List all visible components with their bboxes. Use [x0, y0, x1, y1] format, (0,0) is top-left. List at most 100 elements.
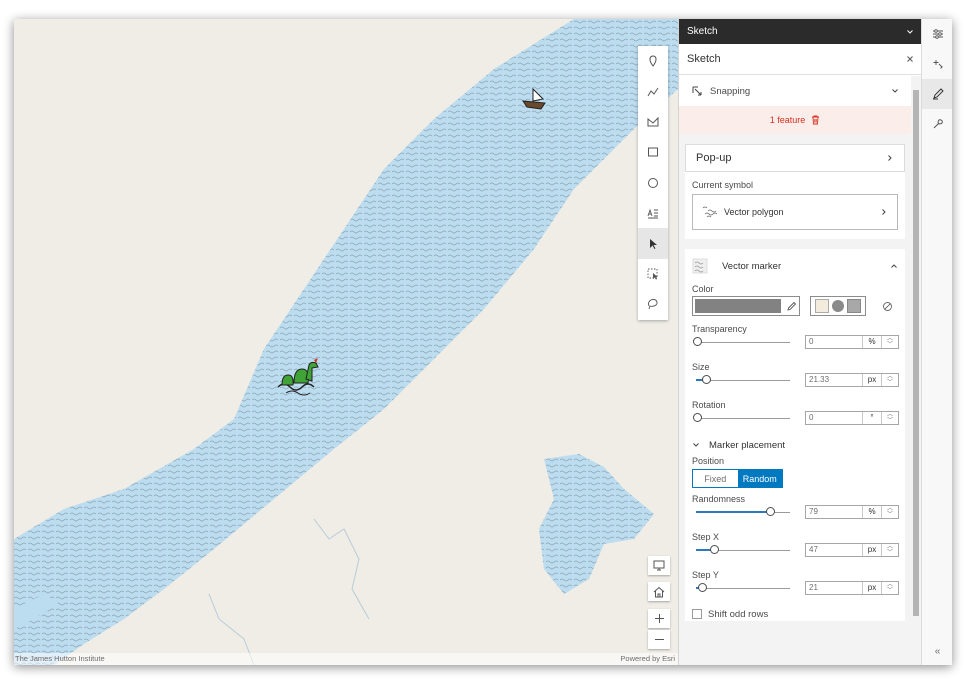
select-icon[interactable] [638, 228, 668, 259]
close-icon[interactable] [906, 55, 914, 63]
home-icon[interactable] [648, 582, 670, 601]
settings-icon[interactable] [922, 19, 952, 49]
transparency-value: 0 [809, 337, 814, 346]
vector-marker-icon [692, 258, 708, 274]
powered-by-text[interactable]: Powered by Esri [620, 654, 675, 663]
spinner[interactable]: ︿ ﹀ [881, 412, 898, 424]
step-y-unit: px [862, 582, 881, 594]
popup-button[interactable]: Pop-up [685, 144, 905, 172]
chevron-down-icon[interactable]: ﹀ [887, 342, 893, 348]
spinner[interactable]: ︿ ﹀ [881, 336, 898, 348]
snapping-label: Snapping [710, 85, 751, 97]
chevron-down-icon[interactable] [906, 28, 914, 36]
randomness-input[interactable]: 79 % ︿ ﹀ [805, 505, 899, 519]
transparency-slider[interactable] [693, 337, 702, 346]
randomness-value: 79 [809, 507, 818, 516]
size-input[interactable]: 21.33 px ︿ ﹀ [805, 373, 899, 387]
circle-icon[interactable] [638, 168, 668, 198]
preset-swatch-cream[interactable] [814, 299, 829, 313]
step-x-slider[interactable] [710, 545, 719, 554]
current-symbol-button[interactable]: Vector polygon [692, 194, 898, 230]
color-swatch [695, 299, 781, 313]
step-y-slider[interactable] [698, 583, 707, 592]
swatch-presets[interactable] [810, 296, 866, 316]
chevron-down-icon[interactable]: ﹀ [887, 550, 893, 556]
spinner[interactable]: ︿ ﹀ [881, 582, 898, 594]
preset-swatch-gray[interactable] [847, 299, 862, 313]
shift-odd-rows-checkbox[interactable]: Shift odd rows [692, 607, 898, 621]
color-label: Color [692, 284, 714, 294]
spinner[interactable]: ︿ ﹀ [881, 544, 898, 556]
transparency-control: 0 % ︿ ﹀ [692, 335, 899, 349]
rotation-input[interactable]: 0 ° ︿ ﹀ [805, 411, 899, 425]
randomness-slider[interactable] [766, 507, 775, 516]
rectangle-select-icon[interactable] [638, 259, 668, 289]
position-random-option[interactable]: Random [737, 470, 782, 487]
wrench-icon[interactable] [922, 109, 952, 139]
shift-odd-rows-label: Shift odd rows [708, 608, 769, 620]
polygon-icon[interactable] [638, 107, 668, 137]
sketch-icon[interactable] [922, 79, 952, 109]
loch-water [14, 19, 678, 665]
vector-marker-label: Vector marker [722, 260, 782, 272]
add-icon[interactable] [922, 49, 952, 79]
color-picker[interactable] [692, 296, 800, 316]
panel-title: Sketch [687, 53, 721, 65]
current-symbol-value: Vector polygon [724, 207, 784, 217]
sketch-panel: Sketch Sketch Snapping 1 feature Pop-up [678, 19, 922, 665]
polyline-icon[interactable] [638, 76, 668, 106]
rotation-label: Rotation [692, 400, 726, 410]
panel-header[interactable]: Sketch [679, 19, 922, 44]
chevron-down-icon[interactable]: ﹀ [887, 588, 893, 594]
rotation-slider[interactable] [693, 413, 702, 422]
size-label: Size [692, 362, 710, 372]
marker-placement-header[interactable]: Marker placement [692, 435, 898, 455]
size-control: 21.33 px ︿ ﹀ [692, 373, 899, 387]
chevron-down-icon[interactable]: ﹀ [887, 418, 893, 424]
current-symbol-label: Current symbol [692, 180, 754, 190]
rotation-unit: ° [862, 412, 881, 424]
collapse-icon[interactable]: « [922, 646, 952, 657]
trash-icon[interactable] [811, 115, 820, 125]
rectangle-icon[interactable] [638, 137, 668, 167]
preset-swatch-circle[interactable] [831, 300, 844, 312]
slider-track [696, 342, 790, 343]
spinner[interactable]: ︿ ﹀ [881, 506, 898, 518]
step-x-input[interactable]: 47 px ︿ ﹀ [805, 543, 899, 557]
step-y-input[interactable]: 21 px ︿ ﹀ [805, 581, 899, 595]
vector-marker-section: Vector marker Color Transparency 0 % ︿ ﹀… [685, 249, 905, 621]
randomness-control: 79 % ︿ ﹀ [692, 505, 899, 519]
sketch-title-bar: Sketch [679, 44, 922, 75]
text-icon[interactable] [638, 198, 668, 228]
transparency-input[interactable]: 0 % ︿ ﹀ [805, 335, 899, 349]
snapping-row[interactable]: Snapping [679, 76, 911, 106]
attribution-text[interactable]: The James Hutton Institute [15, 654, 105, 663]
action-bar: « [921, 19, 952, 665]
checkbox[interactable] [692, 609, 702, 619]
size-unit: px [862, 374, 881, 386]
lasso-select-icon[interactable] [638, 289, 668, 319]
chevron-down-icon[interactable]: ﹀ [887, 512, 893, 518]
chevron-down-icon [892, 89, 898, 93]
scroll-thumb[interactable] [913, 90, 919, 616]
snapping-icon [692, 86, 702, 95]
slider-fill [696, 511, 770, 513]
step-y-control: 21 px ︿ ﹀ [692, 581, 899, 595]
size-slider[interactable] [702, 375, 711, 384]
chevron-down-icon[interactable]: ﹀ [887, 380, 893, 386]
zoom-in-icon[interactable] [648, 609, 670, 628]
slider-track [696, 588, 790, 589]
randomness-label: Randomness [692, 494, 746, 504]
zoom-out-icon[interactable] [648, 630, 670, 649]
no-color-icon[interactable] [882, 301, 893, 312]
vector-marker-header[interactable]: Vector marker [692, 249, 898, 283]
slider-track [696, 418, 790, 419]
map-view[interactable]: The James Hutton Institute Powered by Es… [14, 19, 678, 665]
point-icon[interactable] [638, 46, 668, 76]
screen-icon[interactable] [648, 556, 670, 575]
size-value: 21.33 [809, 375, 830, 384]
position-fixed-option[interactable]: Fixed [693, 470, 738, 487]
step-y-label: Step Y [692, 570, 719, 580]
popup-label: Pop-up [696, 152, 732, 164]
spinner[interactable]: ︿ ﹀ [881, 374, 898, 386]
